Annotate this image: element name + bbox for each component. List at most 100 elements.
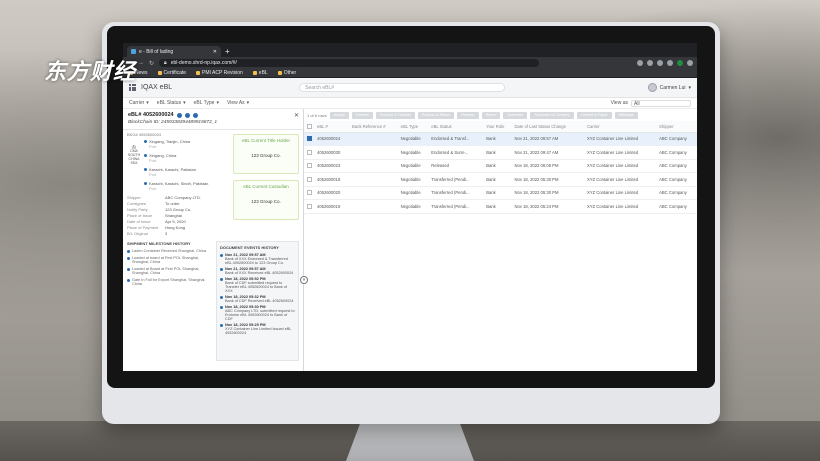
history-panels: SHIPMENT MILESTONE HISTORY Laden Contain…: [127, 241, 299, 361]
bookmark-ebl[interactable]: eBL: [252, 70, 268, 76]
col-role[interactable]: Your Role: [483, 121, 512, 133]
info-icon[interactable]: [192, 112, 198, 118]
holder-cards: eBL Current Title Holder 123 Group Co. e…: [233, 132, 299, 236]
row-checkbox[interactable]: [304, 172, 314, 187]
col-shipper[interactable]: Shipper: [656, 121, 697, 133]
watermark-logo: 东方财经: [44, 60, 137, 85]
route: ⛴︎ CMA SOUTH CHINA SEA Xingang, Tianjin,…: [127, 139, 233, 191]
row-checkbox[interactable]: [304, 186, 314, 200]
table-row[interactable]: 4052600024 Negotiable Endorsed & Transf...…: [304, 132, 697, 146]
browser-window: e - Bill of lading ✕ + ← → ↻ 🔒︎ ebl-demo…: [123, 43, 697, 371]
booking-number: BKG# 4052600024: [127, 132, 162, 137]
extension-icon[interactable]: [657, 60, 663, 66]
bookmark-certificate[interactable]: Certificate: [157, 70, 186, 76]
row-checkbox[interactable]: [304, 145, 314, 160]
new-tab-button[interactable]: +: [225, 47, 230, 57]
accept-button[interactable]: Accept: [329, 111, 349, 119]
col-ebl[interactable]: eBL #: [314, 121, 349, 133]
route-stops: Xingang, Tianjin, China Port Xingang, Chi…: [144, 139, 208, 191]
action-bar: 1 of 6 rows Accept Transfer Endorse & Tr…: [304, 109, 697, 121]
monitor-stand: [346, 420, 474, 461]
reload-icon[interactable]: ↻: [149, 60, 154, 67]
col-carrier[interactable]: Carrier: [583, 121, 657, 133]
release-button[interactable]: Release: [457, 111, 479, 119]
milestone-dot-icon: [127, 250, 130, 253]
row-checkbox[interactable]: [304, 159, 314, 173]
route-stop: Xingang, Tianjin, China Port: [144, 139, 208, 149]
col-type[interactable]: eBL Type: [397, 121, 429, 133]
puzzle-icon[interactable]: [667, 60, 673, 66]
app-header: IQAX eBL Search eBL# Carmen Lui ▾: [123, 78, 697, 98]
close-icon[interactable]: ✕: [294, 112, 299, 119]
filter-ebl-type[interactable]: eBL Type ▾: [194, 100, 219, 106]
col-date[interactable]: Date of Last Status Change: [511, 121, 584, 133]
share-icon[interactable]: [176, 112, 182, 118]
endorse-transfer-button[interactable]: Endorse & Transfer: [375, 111, 415, 119]
address-bar-row: ← → ↻ 🔒︎ ebl-demo.shrd-np.iqax.com/#/: [123, 57, 697, 69]
route-stop: Karachi, Karachi, Pakistan Port: [144, 167, 208, 177]
profile-icon[interactable]: [677, 60, 683, 66]
document-events-history: DOCUMENT EVENTS HISTORY Nov 21, 2022 09:…: [216, 241, 299, 361]
filter-bar: Carrier ▾ eBL Status ▾ eBL Type ▾ View As ▾ …: [123, 98, 697, 109]
row-checkbox[interactable]: [304, 132, 314, 146]
bookmark-other[interactable]: Other: [277, 70, 296, 76]
avatar: [647, 83, 657, 92]
ebl-list: 1 of 6 rows Accept Transfer Endorse & Tr…: [304, 109, 697, 371]
user-name: Carmen Lui: [659, 84, 686, 91]
table-header: eBL # Bank Reference # eBL Type eBL Stat…: [304, 121, 697, 133]
event-dot-icon: [220, 268, 223, 271]
withdraw-button[interactable]: Withdraw: [614, 111, 638, 119]
table-row[interactable]: 4052600023 Negotiable Released Bank Nov 18, …: [304, 159, 697, 173]
convert-paper-button[interactable]: Convert to Paper: [576, 111, 612, 119]
url-field[interactable]: 🔒︎ ebl-demo.shrd-np.iqax.com/#/: [159, 59, 540, 67]
bookmark-pmi[interactable]: PMI ACP Revision: [196, 70, 243, 76]
col-bank-ref[interactable]: Bank Reference #: [349, 121, 398, 133]
browser-tab[interactable]: e - Bill of lading ✕: [127, 46, 221, 57]
lock-icon: 🔒︎: [164, 60, 167, 66]
event-dot-icon: [220, 306, 223, 309]
view-as-select[interactable]: All: [631, 99, 691, 107]
close-tab-icon[interactable]: ✕: [213, 49, 217, 55]
bl-summary: BKG# 4052600024 ⛴︎ CMA SOUTH CHINA SEA X…: [123, 132, 303, 236]
milestone-dot-icon: [127, 257, 130, 260]
milestone-item: Loaded at Board at First POL Shanghai, S…: [127, 267, 212, 275]
view-as-control: View as All: [611, 99, 691, 107]
menu-kebab-icon[interactable]: [687, 60, 693, 66]
col-status[interactable]: eBL Status: [428, 121, 484, 133]
return-button[interactable]: Return: [481, 111, 501, 119]
chevron-down-icon: ▾: [183, 100, 186, 106]
title-holder-card: eBL Current Title Holder 123 Group Co.: [233, 134, 299, 174]
transfer-button[interactable]: Transfer: [351, 111, 373, 119]
extensions-area: [637, 60, 693, 66]
event-item: Nov 21, 2022 09:57 AM Bank of XXX Endorse…: [220, 253, 295, 265]
app-name: IQAX eBL: [141, 84, 173, 91]
surrender-delivery-button[interactable]: Surrender for Delivery: [530, 111, 574, 119]
extension-icon[interactable]: [647, 60, 653, 66]
select-all-checkbox[interactable]: [304, 121, 314, 133]
row-checkbox[interactable]: [304, 199, 314, 214]
event-dot-icon: [220, 254, 223, 257]
event-item: Nov 18, 2022 05:52 PM Bank of CDF submitt…: [220, 277, 295, 293]
filter-ebl-status[interactable]: eBL Status ▾: [157, 100, 186, 106]
folder-icon: [252, 71, 257, 75]
filter-view-as[interactable]: View As ▾: [227, 100, 249, 106]
surrender-button[interactable]: Surrender: [503, 111, 528, 119]
forward-icon[interactable]: →: [138, 60, 144, 66]
extension-icon[interactable]: [637, 60, 643, 66]
table-row[interactable]: 4052600030 Negotiable Endorsed & Surre... B…: [304, 145, 697, 160]
filter-carrier[interactable]: Carrier ▾: [129, 100, 149, 106]
user-menu[interactable]: Carmen Lui ▾: [647, 83, 691, 92]
url-text: ebl-demo.shrd-np.iqax.com/#/: [170, 60, 237, 66]
table-row[interactable]: 4052600020 Negotiable Transferred (Pendi..…: [304, 186, 697, 200]
divider: [123, 129, 303, 130]
event-dot-icon: [220, 296, 223, 299]
stop-dot-icon: [144, 140, 147, 143]
table-row[interactable]: 4052600018 Negotiable Transferred (Pendi..…: [304, 172, 697, 187]
stop-dot-icon: [144, 154, 147, 157]
download-icon[interactable]: [184, 112, 190, 118]
milestone-history: SHIPMENT MILESTONE HISTORY Laden Contain…: [127, 241, 212, 361]
table-row[interactable]: 4052600019 Negotiable Transferred (Pendi..…: [304, 199, 697, 214]
search-input[interactable]: Search eBL#: [299, 83, 506, 92]
endorse-return-button[interactable]: Endorse & Return: [417, 111, 455, 119]
chevron-down-icon: ▾: [216, 100, 219, 106]
